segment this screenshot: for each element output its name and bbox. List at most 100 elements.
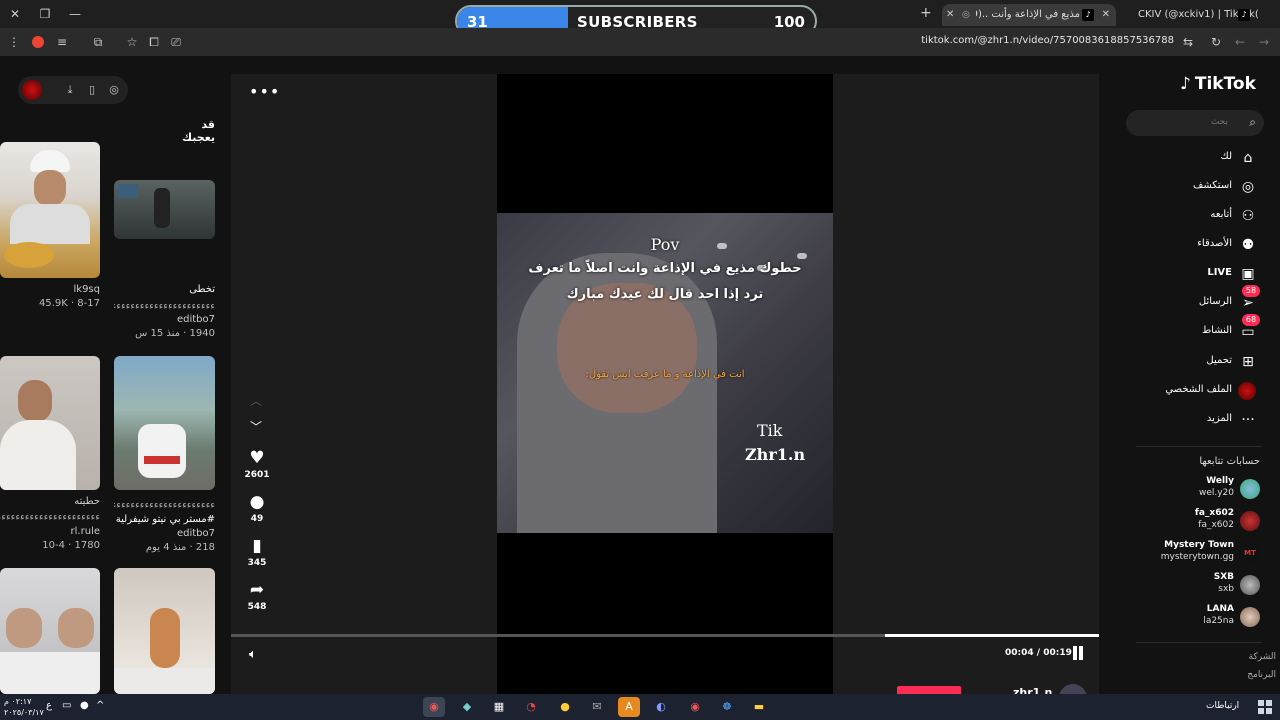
live-icon: ▣ xyxy=(1241,266,1255,282)
chrome-app-icon[interactable]: ◉ xyxy=(684,697,706,717)
tiktok-icon: ♪ xyxy=(1082,9,1094,21)
extensions-icon[interactable]: ⧉ xyxy=(90,34,106,50)
profile-extension-icon[interactable] xyxy=(30,34,46,50)
tab-inactive[interactable]: CKIV (@xckiv1) | TikTok(66) ♪ xyxy=(1118,4,1258,26)
browser-toolbar: ⋮ ≡ ⧉ ☆ ⧠ ⎚ tiktok.com/@zhr1.n/video/757… xyxy=(0,28,1280,56)
footer-link-program[interactable]: البرنامج xyxy=(1200,670,1276,680)
menu-dots-icon[interactable]: ⋮ xyxy=(6,34,22,50)
download-icon[interactable]: ⤓ xyxy=(62,82,78,98)
comment-button[interactable]: ● 49 xyxy=(239,492,275,524)
mute-tab-icon[interactable]: ◎ xyxy=(962,4,970,26)
taskbar-search[interactable]: ارتباطات xyxy=(1206,701,1239,711)
sidebar-item-friends[interactable]: الأصدقاء ⚉ xyxy=(1140,233,1260,257)
extension-pill: ⤓ ▯ ◎ xyxy=(18,76,128,104)
video-frame[interactable]: Pov حطوك مذيع في الإذاعة وانت اصلاً ما ت… xyxy=(497,213,833,533)
forward-icon[interactable]: ← xyxy=(1232,34,1248,50)
file-explorer-icon[interactable]: ▬ xyxy=(748,697,770,717)
app-icon[interactable]: ✉ xyxy=(586,697,608,717)
bookmark-star-icon[interactable]: ☆ xyxy=(124,34,140,50)
restore-window-icon[interactable]: ❐ xyxy=(36,5,54,23)
suggested-video-thumb[interactable] xyxy=(0,356,100,490)
app-icon[interactable]: ◐ xyxy=(650,697,672,717)
compass-icon[interactable]: ◎ xyxy=(106,82,122,98)
following-account[interactable]: fa_x602 fa_x602 xyxy=(1130,508,1262,534)
app-icon[interactable]: ◆ xyxy=(456,697,478,717)
site-settings-icon[interactable]: ⇆ xyxy=(1180,34,1196,50)
suggested-video-title[interactable]: #مستر بي نيتو شيفرلية ... xyxy=(114,514,215,525)
sidebar-item-messages[interactable]: الرسائل ➢ 58 xyxy=(1140,285,1260,315)
avatar xyxy=(1240,575,1260,595)
sidebar-item-following[interactable]: أتابعه ⚇ xyxy=(1140,204,1260,228)
sidebar-item-upload[interactable]: تحميل ⊞ xyxy=(1140,350,1260,374)
suggested-video-author[interactable]: editbo7 xyxy=(114,528,215,539)
suggested-video-author[interactable]: editbo7 xyxy=(114,314,215,325)
reload-icon[interactable]: ↻ xyxy=(1208,34,1224,50)
network-icon[interactable]: ▭ xyxy=(62,700,71,711)
close-window-icon[interactable]: ✕ xyxy=(6,5,24,23)
tray-overflow-icon[interactable]: ^ xyxy=(96,700,104,711)
steam-app-icon[interactable]: ☸ xyxy=(716,697,738,717)
tiktok-logo[interactable]: ♪ TikTok xyxy=(1180,74,1256,94)
search-input[interactable]: بحث ⌕ xyxy=(1126,110,1264,136)
tray-clock[interactable]: ٠٢:١٧ م ٢٠٢٥/٠٣/١٧ xyxy=(4,696,44,718)
sidebar-item-more[interactable]: المزيد ··· xyxy=(1140,408,1260,432)
sidebar-item-live[interactable]: LIVE ▣ xyxy=(1140,262,1260,286)
compass-icon: ◎ xyxy=(1241,179,1255,195)
pause-icon[interactable] xyxy=(1071,646,1085,660)
like-button[interactable]: ♥ 2601 xyxy=(239,448,275,480)
follow-button[interactable] xyxy=(897,686,961,694)
following-account[interactable]: Welly wel.y20 xyxy=(1130,476,1262,502)
friends-icon: ⚉ xyxy=(1241,237,1255,253)
phone-icon[interactable]: ▯ xyxy=(84,82,100,98)
suggested-video-thumb[interactable] xyxy=(0,142,100,278)
cast-icon[interactable]: ⎚ xyxy=(168,34,184,50)
close-tab-icon[interactable]: ✕ xyxy=(946,4,954,26)
new-tab-button[interactable]: + xyxy=(920,5,932,21)
following-account[interactable]: SXB sxb xyxy=(1130,572,1262,598)
sidebar-item-for-you[interactable]: لك ⌂ xyxy=(1140,146,1260,170)
reading-list-icon[interactable]: ≡ xyxy=(54,34,70,50)
sidebar-item-explore[interactable]: استكشف ◎ xyxy=(1140,175,1260,199)
following-account[interactable]: LANA la25na xyxy=(1130,604,1262,630)
address-bar[interactable]: tiktok.com/@zhr1.n/video/757008361885753… xyxy=(921,35,1174,46)
volume-icon[interactable]: 🔈︎ xyxy=(249,647,257,662)
video-progress-bar[interactable] xyxy=(231,634,1099,637)
suggested-video-thumb[interactable] xyxy=(114,180,215,239)
suggested-video-thumb[interactable] xyxy=(0,568,100,694)
input-language[interactable]: ع xyxy=(46,700,52,711)
tab-active[interactable]: ✕ ◎ مذيع في الإذاعة وأنت ..(99+) ♪ ✕ xyxy=(942,4,1116,26)
more-options-icon[interactable]: ••• xyxy=(249,82,280,101)
following-account[interactable]: Mystery Town mysterytown.gg MT xyxy=(1130,540,1262,566)
suggested-video-stats: 1940 · منذ 15 س xyxy=(135,328,215,339)
footer-link-company[interactable]: الشركة xyxy=(1200,652,1276,662)
previous-video-icon[interactable]: ︿ xyxy=(250,392,262,409)
suggested-video-author[interactable]: lk9sq xyxy=(0,284,101,295)
suggested-video-title[interactable]: حطيته xyxy=(0,496,100,507)
sidebar-item-label: تحميل xyxy=(1206,355,1232,366)
video-player[interactable]: ••• Pov حطوك مذيع في الإذاعة وانت اصلاً … xyxy=(231,74,1099,694)
close-tab-icon[interactable]: ✕ xyxy=(1102,4,1110,26)
tab-search-icon[interactable]: ⧠ xyxy=(146,34,162,50)
app-icon[interactable]: ◔ xyxy=(520,697,542,717)
suggested-video-author[interactable]: rl.rule xyxy=(0,526,100,537)
windows-start-icon[interactable] xyxy=(1258,700,1272,714)
minimize-window-icon[interactable]: — xyxy=(66,5,84,23)
sidebar-item-activity[interactable]: النشاط ▭ 68 xyxy=(1140,314,1260,344)
app-icon[interactable]: ● xyxy=(554,697,576,717)
chrome-app-icon[interactable]: ◉ xyxy=(423,697,445,717)
account-name: fa_x602 xyxy=(1194,508,1234,518)
creator-name[interactable]: zhr1.n xyxy=(1013,686,1052,694)
next-video-icon[interactable]: ﹀ xyxy=(250,418,262,435)
save-button[interactable]: ▮ 345 xyxy=(239,536,275,568)
app-icon[interactable]: ▦ xyxy=(488,697,510,717)
share-button[interactable]: ➦ 548 xyxy=(239,580,275,612)
suggested-video-title[interactable]: تخطى xyxy=(114,284,215,295)
back-icon[interactable]: → xyxy=(1256,34,1272,50)
creator-avatar[interactable] xyxy=(1059,684,1087,694)
suggested-video-thumb[interactable] xyxy=(114,568,215,694)
sidebar-item-profile[interactable]: الملف الشخصي xyxy=(1140,379,1260,403)
microphone-icon[interactable]: ● xyxy=(80,700,89,711)
avatar[interactable] xyxy=(22,80,42,100)
app-icon[interactable]: A xyxy=(618,697,640,717)
suggested-video-thumb[interactable] xyxy=(114,356,215,490)
